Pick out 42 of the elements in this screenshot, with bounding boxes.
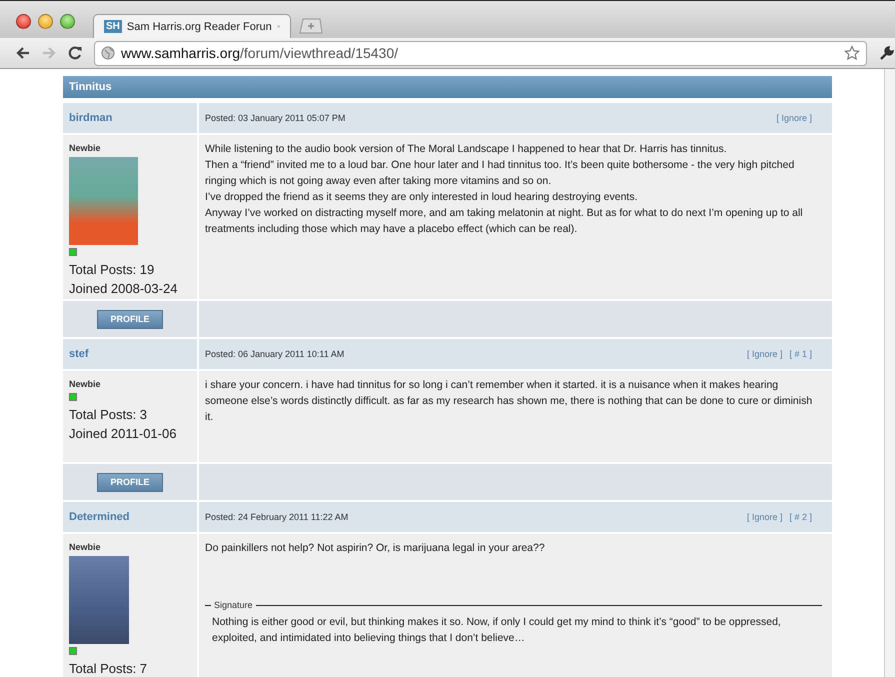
post-date: Posted: 06 January 2011 10:11 AM bbox=[205, 349, 344, 359]
reload-icon[interactable] bbox=[68, 46, 82, 60]
signature-label: Signature bbox=[214, 600, 253, 610]
joined-date: Joined 2008-03-24 bbox=[69, 280, 178, 298]
total-posts: Total Posts: 3 bbox=[69, 406, 148, 424]
user-rank: Newbie bbox=[69, 143, 102, 153]
post-text: I’ve dropped the friend as it seems they are only interested in loud hearing destroying events. bbox=[205, 190, 639, 205]
post-action-link[interactable]: [ # 2 ] bbox=[789, 512, 812, 522]
user-rank: Newbie bbox=[69, 379, 102, 389]
post-text: i share your concern. i have had tinnitus for so long i can’t remember when it started. it is a nuisance when it makes hearing someone else’s words distinctly difficult. as far as my research has shown me, there is nothing that can be done to cure or diminish it. bbox=[205, 378, 814, 425]
signature-text: Nothing is either good or evil, but thinking makes it so. Now, if only I could get my mind to think it’s “good” to be oppressed, exploited, and intimidated into believing things that I don’t believe… bbox=[211, 615, 782, 646]
post-text: Then a “friend” invited me to a loud bar. One hour later and I had tinnitus too. It’s been quite bothersome - the very high pitched ringing which is not going away even after taking more vitamins and so on. bbox=[205, 158, 796, 189]
minimize-window-button[interactable] bbox=[38, 14, 53, 29]
browser-tab[interactable]: SH Sam Harris.org Reader Forun bbox=[93, 14, 291, 38]
new-tab-icon[interactable] bbox=[297, 18, 323, 34]
post-text: Do painkillers not help? Not aspirin? Or, is marijuana legal in your area?? bbox=[205, 541, 546, 556]
wrench-icon[interactable] bbox=[879, 45, 895, 61]
post-text: While listening to the audio book version of The Moral Landscape I happened to hear that Dr. Harris has tinnitus. bbox=[205, 142, 728, 157]
total-posts: Total Posts: 7 bbox=[69, 660, 148, 677]
post-action-link[interactable]: [ Ignore ] bbox=[746, 349, 782, 359]
post-text: Anyway I’ve worked on distracting myself more, and am taking melatonin at night. But as for what to do next I’m opening up to all treatments including those which may have a placebo effect (which can be real). bbox=[205, 206, 804, 237]
back-arrow-icon[interactable] bbox=[16, 46, 30, 60]
address-bar[interactable]: www.samharris.org/forum/viewthread/15430/ bbox=[94, 40, 867, 66]
profile-button[interactable]: PROFILE bbox=[97, 310, 163, 328]
post-date: Posted: 03 January 2011 05:07 PM bbox=[205, 113, 346, 123]
scrollbar[interactable] bbox=[884, 69, 895, 677]
joined-date: Joined 2011-01-06 bbox=[69, 425, 178, 443]
post-date: Posted: 24 February 2011 11:22 AM bbox=[205, 512, 348, 522]
total-posts: Total Posts: 19 bbox=[69, 261, 156, 279]
globe-icon bbox=[101, 46, 115, 60]
zoom-window-button[interactable] bbox=[60, 14, 75, 29]
post-action-link[interactable]: [ Ignore ] bbox=[776, 113, 812, 123]
author-link[interactable]: stef bbox=[69, 348, 89, 360]
site-favicon: SH bbox=[104, 20, 122, 33]
post-action-link[interactable]: [ # 1 ] bbox=[789, 349, 812, 359]
author-link[interactable]: Determined bbox=[69, 511, 130, 523]
author-link[interactable]: birdman bbox=[69, 112, 112, 124]
bookmark-star-icon[interactable] bbox=[844, 45, 860, 61]
user-rank: Newbie bbox=[69, 542, 102, 552]
profile-button[interactable]: PROFILE bbox=[97, 472, 163, 492]
post-action-link[interactable]: [ Ignore ] bbox=[746, 512, 782, 522]
close-window-button[interactable] bbox=[16, 14, 31, 29]
